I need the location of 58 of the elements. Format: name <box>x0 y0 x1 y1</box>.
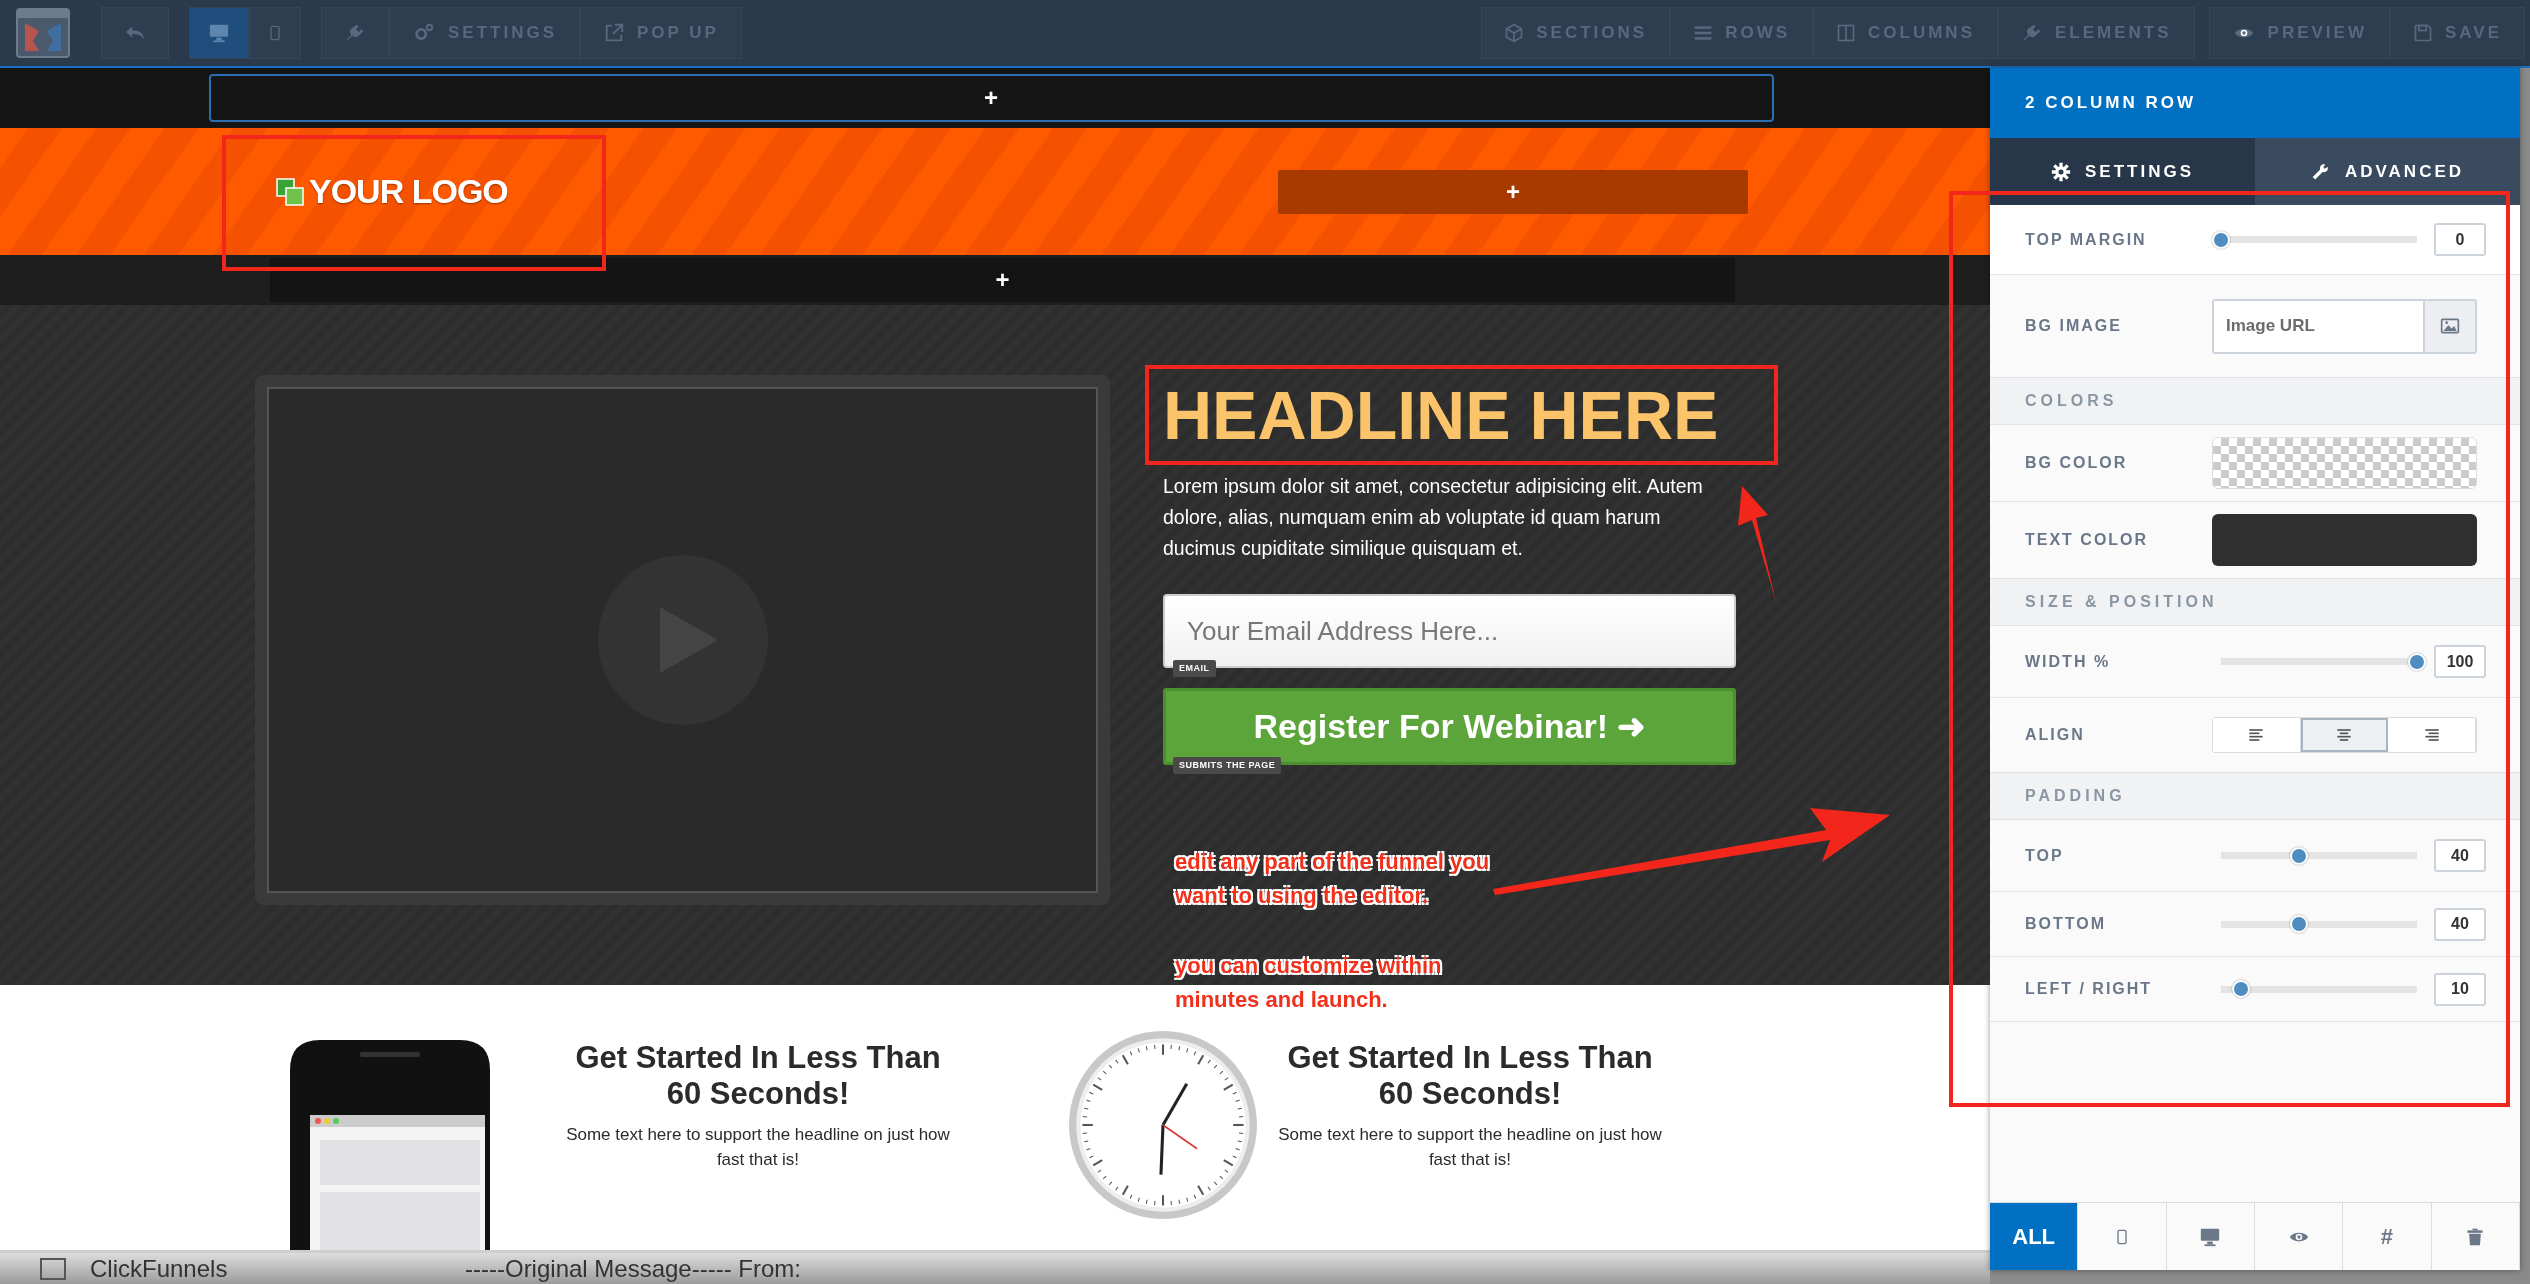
value-field[interactable]: 40 <box>2434 907 2486 941</box>
checkbox[interactable] <box>40 1257 66 1280</box>
section-heading: SIZE & POSITION <box>2025 592 2218 612</box>
panel-tab[interactable]: SETTINGS <box>1990 138 2255 205</box>
setting-label: BG COLOR <box>2025 453 2129 473</box>
desktop-view-button[interactable] <box>189 7 249 59</box>
panel-title: 2 COLUMN ROW <box>1990 68 2520 138</box>
columns-icon <box>1836 23 1857 43</box>
setting-label: TOP <box>2025 845 2065 866</box>
align-button[interactable] <box>2388 718 2476 752</box>
setting-label: LEFT / RIGHT <box>2025 979 2154 999</box>
align-button[interactable] <box>2300 718 2389 752</box>
feature-title: Get Started In Less Than 60 Seconds! <box>1286 1040 1654 1112</box>
image-url-field[interactable]: Image URL <box>2212 298 2477 354</box>
panel-tab[interactable]: ADVANCED <box>2255 138 2520 205</box>
gear-icon <box>2051 161 2071 182</box>
footer-icon-tab[interactable] <box>2431 1203 2520 1270</box>
add-row-button[interactable]: + <box>208 74 1774 122</box>
desktop-icon <box>208 22 230 44</box>
annotation-text: edit any part of the funnel you want to using the editor. <box>1175 848 1491 910</box>
setting-label: BG IMAGE <box>2025 316 2123 336</box>
value-field[interactable]: 10 <box>2434 972 2486 1006</box>
sender-name: ClickFunnels <box>90 1253 229 1284</box>
app-logo <box>15 7 71 59</box>
color-swatch[interactable] <box>2212 514 2477 566</box>
feature-text: Some text here to support the headline on just how fast that is! <box>565 1124 951 1171</box>
section-heading: COLORS <box>2025 391 2118 411</box>
logo-text: YOUR LOGO <box>309 171 508 212</box>
feature-title: Get Started In Less Than 60 Seconds! <box>574 1040 942 1112</box>
logo-mark-icon <box>275 176 305 207</box>
add-element-button[interactable]: + <box>1278 169 1748 214</box>
wrench-icon <box>2310 161 2331 182</box>
value-field[interactable]: 40 <box>2434 839 2486 872</box>
image-icon <box>2438 316 2462 336</box>
feature-text: Some text here to support the headline on just how fast that is! <box>1277 1124 1663 1171</box>
value-field[interactable]: 0 <box>2434 223 2486 256</box>
setting-label: TEXT COLOR <box>2025 530 2150 550</box>
image-picker-button[interactable] <box>2423 300 2475 352</box>
section-heading: PADDING <box>2025 786 2126 806</box>
message-preview: -----Original Message----- From: <box>465 1253 801 1284</box>
setting-label: BOTTOM <box>2025 914 2108 934</box>
list-icon <box>1693 23 1714 43</box>
footer-tab[interactable]: # <box>2343 1203 2432 1270</box>
add-row-button[interactable]: + <box>270 258 1735 302</box>
align-button[interactable] <box>2213 718 2301 752</box>
headline: HEADLINE HERE <box>1145 365 1778 465</box>
annotation-text: you can customize within minutes and launch. <box>1175 952 1443 1014</box>
value-field[interactable]: 100 <box>2434 645 2486 678</box>
setting-label: TOP MARGIN <box>2025 229 2148 250</box>
external-link-icon <box>603 22 625 44</box>
plugin-button[interactable] <box>321 7 389 59</box>
footer-tab[interactable]: ALL <box>1990 1203 2079 1270</box>
body-text: Lorem ipsum dolor sit amet, consectetur adipisicing elit. Autem dolore, alias, numquam enim ab voluptate id quam harum ducimus cupiditate similique quisquam et. <box>1163 474 1703 561</box>
color-swatch[interactable] <box>2212 437 2477 489</box>
cube-icon <box>1504 23 1525 43</box>
setting-label: WIDTH % <box>2025 651 2112 672</box>
setting-label: ALIGN <box>2025 725 2086 745</box>
footer-icon-tab[interactable] <box>2166 1203 2255 1270</box>
